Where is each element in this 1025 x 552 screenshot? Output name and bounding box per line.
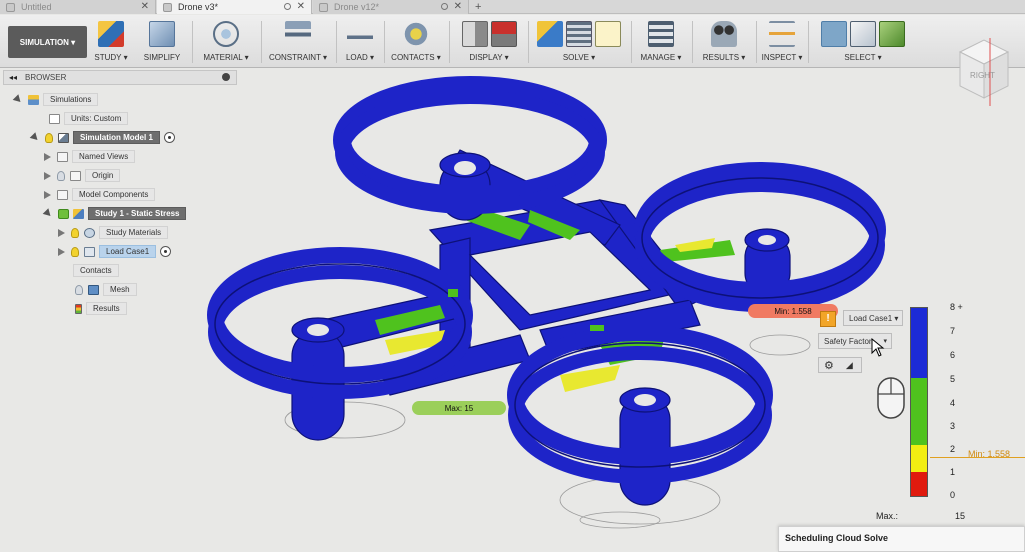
legend-tick-label: 2 xyxy=(950,444,956,454)
max-value-tag[interactable]: Max: 15 xyxy=(412,401,506,415)
mouse-pointer-icon xyxy=(871,338,885,357)
legend-max-value: 15 xyxy=(955,511,966,521)
legend-min-marker-label: Min: 1.558 xyxy=(968,449,1011,459)
drone-model-3d[interactable] xyxy=(0,0,1025,552)
max-tag-text: Max: 15 xyxy=(444,403,474,413)
legend-tick-label: 1 xyxy=(950,467,956,477)
mouse-hint-icon xyxy=(877,377,905,419)
min-tag-text: Min: 1.558 xyxy=(774,306,812,316)
legend-max-label: Max.: xyxy=(876,511,899,521)
legend-blue-band xyxy=(911,308,927,378)
legend-tick-label: 8 + xyxy=(950,302,963,312)
legend-green-band xyxy=(911,377,927,446)
result-type-label: Safety Factor xyxy=(824,336,872,346)
safety-factor-color-bar xyxy=(910,307,928,497)
legend-triangle-icon[interactable]: ◢ xyxy=(846,360,853,371)
notification-title: Scheduling Cloud Solve xyxy=(785,533,889,543)
legend-tick-label: 6 xyxy=(950,350,956,360)
gear-icon[interactable]: ⚙ xyxy=(824,359,834,372)
legend-yellow-band xyxy=(911,445,927,472)
warning-icon[interactable]: ! xyxy=(820,311,836,327)
load-case-dropdown-label: Load Case1 ▾ xyxy=(849,313,899,323)
load-case-dropdown[interactable]: Load Case1 ▾ xyxy=(843,310,903,326)
legend-tick-label: 7 xyxy=(950,326,956,336)
legend-settings-bar[interactable]: ⚙ ◢ xyxy=(818,357,862,373)
legend-tick-label: 5 xyxy=(950,374,956,384)
legend-red-band xyxy=(911,471,927,496)
legend-tick-label: 3 xyxy=(950,421,956,431)
legend-tick-label: 0 xyxy=(950,490,956,500)
legend-tick-label: 4 xyxy=(950,398,956,408)
cloud-solve-notification[interactable]: Scheduling Cloud Solve xyxy=(778,526,1025,552)
